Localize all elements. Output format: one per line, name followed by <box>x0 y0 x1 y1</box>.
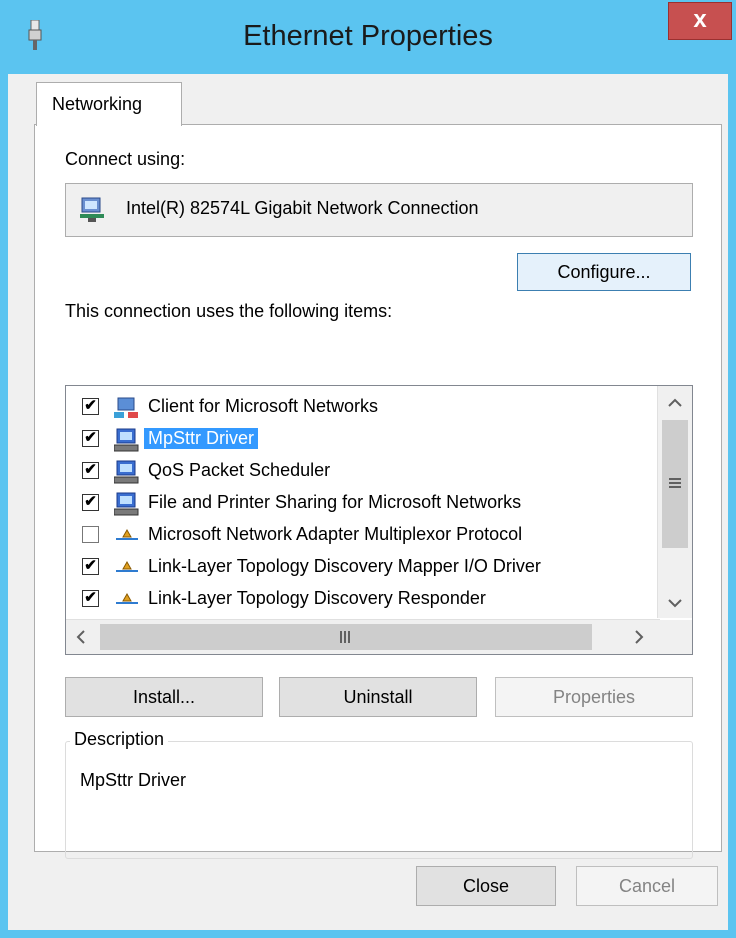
list-item[interactable]: ✔ Client for Microsoft Networks <box>78 392 658 424</box>
list-item[interactable]: ✔ QoS Packet Scheduler <box>78 456 658 488</box>
network-protocol-icon <box>116 560 138 572</box>
grip-icon <box>340 631 350 643</box>
item-label: QoS Packet Scheduler <box>148 460 331 480</box>
item-label: Client for Microsoft Networks <box>148 396 379 416</box>
scroll-down-icon[interactable] <box>667 598 683 608</box>
close-window-button[interactable]: x <box>668 2 732 40</box>
adapter-field: Intel(R) 82574L Gigabit Network Connecti… <box>65 183 693 237</box>
scroll-right-icon[interactable] <box>634 629 644 645</box>
item-label: MpSttr Driver <box>144 428 259 449</box>
network-protocol-icon <box>116 592 138 604</box>
networking-panel: Connect using: Intel(R) 82574L Gigabit N… <box>34 124 722 859</box>
item-checkbox[interactable]: ✔ <box>82 494 99 511</box>
configure-button[interactable]: Configure... <box>517 253 691 291</box>
list-item[interactable]: ✔ Link-Layer Topology Discovery Responde… <box>78 584 658 616</box>
item-checkbox[interactable]: ✔ <box>82 462 99 479</box>
connect-using-label: Connect using: <box>65 149 186 169</box>
network-adapter-icon <box>80 197 104 222</box>
close-button[interactable]: Close <box>416 866 556 906</box>
dialog-body: Networking Connect using: Intel(R) 82574… <box>8 74 728 930</box>
description-text: MpSttr Driver <box>80 770 187 790</box>
item-label: Link-Layer Topology Discovery Responder <box>148 588 486 608</box>
network-service-icon <box>114 492 139 516</box>
item-checkbox[interactable]: ✔ <box>82 430 99 447</box>
item-checkbox[interactable] <box>82 526 99 543</box>
adapter-name: Intel(R) 82574L Gigabit Network Connecti… <box>126 198 479 218</box>
item-label: Microsoft Network Adapter Multiplexor Pr… <box>148 524 523 544</box>
item-label: Link-Layer Topology Discovery Mapper I/O… <box>148 556 541 576</box>
horizontal-scrollbar[interactable] <box>66 619 660 654</box>
item-checkbox[interactable]: ✔ <box>82 558 99 575</box>
window-title: Ethernet Properties <box>243 20 493 52</box>
uninstall-button[interactable]: Uninstall <box>279 677 477 717</box>
scroll-up-icon[interactable] <box>667 398 683 408</box>
list-item[interactable]: Microsoft Network Adapter Multiplexor Pr… <box>78 520 658 552</box>
description-group: Description MpSttr Driver <box>65 729 693 859</box>
network-service-icon <box>114 428 139 452</box>
grip-icon <box>669 478 681 488</box>
vertical-scrollbar[interactable] <box>657 386 692 618</box>
cancel-button[interactable]: Cancel <box>576 866 718 906</box>
items-list[interactable]: ✔ Client for Microsoft Networks ✔ MpSttr… <box>65 385 693 655</box>
horizontal-scroll-thumb[interactable] <box>100 624 592 650</box>
items-section-label: This connection uses the following items… <box>65 301 393 321</box>
network-protocol-icon <box>116 528 138 540</box>
properties-button[interactable]: Properties <box>495 677 693 717</box>
properties-window: Ethernet Properties x Networking Connect… <box>0 0 736 938</box>
tab-networking[interactable]: Networking <box>36 82 182 126</box>
vertical-scroll-thumb[interactable] <box>662 420 688 548</box>
item-label: File and Printer Sharing for Microsoft N… <box>148 492 522 512</box>
list-item[interactable]: ✔ Link-Layer Topology Discovery Mapper I… <box>78 552 658 584</box>
scroll-left-icon[interactable] <box>76 629 86 645</box>
network-client-icon <box>114 397 138 418</box>
list-item[interactable]: ✔ File and Printer Sharing for Microsoft… <box>78 488 658 520</box>
list-item[interactable]: ✔ MpSttr Driver <box>78 424 658 456</box>
title-bar[interactable]: Ethernet Properties x <box>0 0 736 74</box>
item-checkbox[interactable]: ✔ <box>82 590 99 607</box>
network-service-icon <box>114 460 139 484</box>
description-legend: Description <box>70 729 169 750</box>
item-checkbox[interactable]: ✔ <box>82 398 99 415</box>
scrollbar-corner <box>658 620 692 654</box>
install-button[interactable]: Install... <box>65 677 263 717</box>
